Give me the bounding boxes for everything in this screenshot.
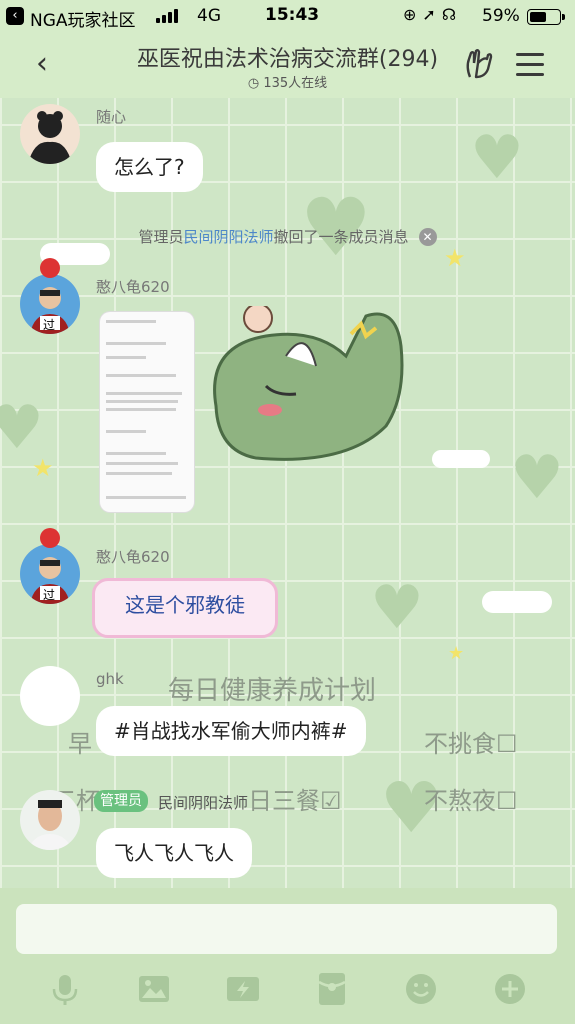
- image-icon[interactable]: [137, 972, 171, 1006]
- plus-icon[interactable]: [493, 972, 527, 1006]
- chat-area[interactable]: ♥ ♥ ♥ ♥ ♥ ♥ ★ ★ ★ 每日健康养成计划 早 不挑食☐ 三杯 日三餐…: [0, 98, 575, 888]
- star-decoration: ★: [444, 244, 466, 272]
- system-icons: ⊕➚☊: [403, 5, 463, 24]
- nick-label: 民间阴阳法师: [158, 794, 249, 812]
- system-suffix: 撤回了一条成员消息: [273, 228, 409, 246]
- heart-decoration: ♥: [470, 123, 524, 193]
- carrier-label[interactable]: NGA玩家社区: [30, 6, 136, 31]
- shared-screenshot-image[interactable]: [100, 312, 194, 512]
- hand-gesture-icon[interactable]: [462, 47, 496, 81]
- nick-label: ghk: [96, 670, 124, 688]
- system-user-link[interactable]: 民间阴阳法师: [183, 228, 273, 246]
- online-text: 135人在线: [263, 76, 328, 91]
- system-message: 管理员民间阴阳法师撤回了一条成员消息 ✕: [0, 226, 575, 247]
- message-bubble[interactable]: 怎么了?: [96, 142, 203, 192]
- cloud-decoration: [432, 450, 490, 468]
- battery-icon: [527, 9, 565, 25]
- network-type: 4G: [197, 6, 221, 26]
- avatar-hanbagui[interactable]: 过: [20, 544, 80, 604]
- signal-icon: [156, 9, 182, 23]
- flash-icon[interactable]: [226, 972, 260, 1006]
- fancy-message-bubble[interactable]: 这是个邪教徒: [92, 578, 278, 638]
- admin-badge: 管理员: [94, 790, 148, 812]
- clock: 15:43: [265, 5, 320, 25]
- avatar-admin[interactable]: [20, 790, 80, 850]
- avatar-hanbagui[interactable]: 过: [20, 274, 80, 334]
- message-input[interactable]: [16, 904, 557, 954]
- emoji-icon[interactable]: [404, 972, 438, 1006]
- status-bar: ‹ NGA玩家社区 4G 15:43 ⊕➚☊ 59%: [0, 0, 575, 32]
- message-bubble[interactable]: #肖战找水军偷大师内裤#: [96, 706, 366, 756]
- plan-item-no-picky: 不挑食☐: [424, 730, 518, 758]
- star-decoration: ★: [448, 643, 465, 664]
- nick-label: 憨八龟620: [96, 548, 170, 566]
- avatar-suixin[interactable]: [20, 104, 80, 164]
- plan-title: 每日健康养成计划: [168, 676, 377, 706]
- avatar-badge: 过: [43, 318, 56, 332]
- plan-item-three-meals: 日三餐☑: [248, 787, 342, 815]
- avatar-ghk[interactable]: [20, 666, 80, 726]
- nick-label: 憨八龟620: [96, 278, 170, 296]
- pendant-decoration: [40, 528, 60, 548]
- avatar-badge: 过: [43, 588, 56, 602]
- heart-decoration: ♥: [510, 443, 564, 513]
- menu-icon[interactable]: [516, 53, 544, 83]
- dinosaur-sticker: [213, 306, 404, 461]
- system-prefix: 管理员: [138, 228, 184, 246]
- chat-header: ‹ 巫医祝由法术治病交流群(294) ◷ 135人在线: [0, 32, 575, 99]
- pendant-decoration: [40, 258, 60, 278]
- avatar-portrait-icon: [28, 800, 72, 850]
- microphone-icon[interactable]: [48, 972, 82, 1006]
- back-to-app-icon[interactable]: ‹: [6, 7, 24, 25]
- heart-decoration: ♥: [370, 573, 424, 643]
- nick-label: 随心: [96, 108, 127, 126]
- cloud-decoration: [482, 591, 552, 613]
- red-packet-icon[interactable]: [315, 972, 349, 1006]
- star-decoration: ★: [32, 454, 54, 482]
- input-bar: [0, 888, 575, 1024]
- close-icon[interactable]: ✕: [418, 228, 437, 246]
- heart-decoration: ♥: [0, 393, 44, 463]
- message-bubble[interactable]: 飞人飞人飞人: [96, 828, 252, 878]
- plan-left-1: 早: [68, 730, 92, 758]
- battery-percent: 59%: [482, 6, 520, 26]
- silhouette-icon: [28, 111, 72, 164]
- plan-item-no-late: 不熬夜☐: [424, 787, 518, 815]
